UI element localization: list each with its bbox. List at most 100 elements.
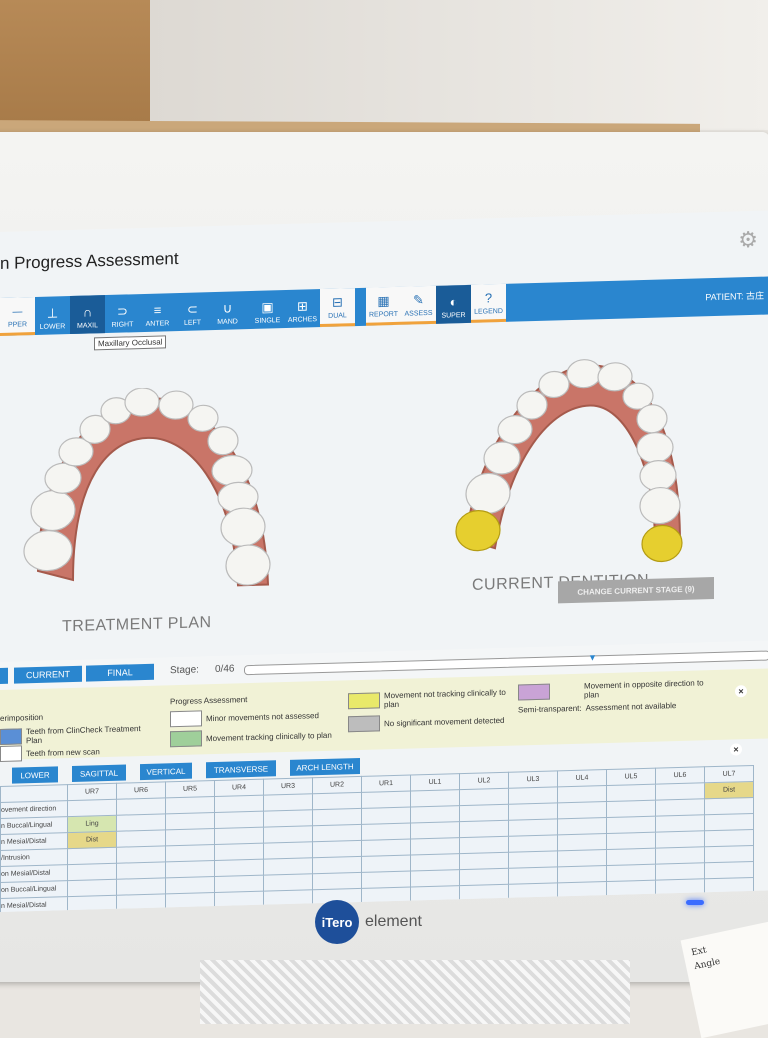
table-cell[interactable] bbox=[214, 859, 264, 877]
left-view-button[interactable]: ⊂ LEFT bbox=[175, 292, 210, 331]
table-cell[interactable] bbox=[116, 797, 166, 816]
table-cell[interactable] bbox=[459, 788, 509, 806]
table-cell[interactable] bbox=[557, 833, 607, 851]
table-cell[interactable] bbox=[116, 829, 166, 848]
table-cell[interactable] bbox=[312, 872, 362, 890]
table-cell[interactable] bbox=[312, 856, 362, 874]
table-cell[interactable] bbox=[557, 865, 607, 883]
table-cell[interactable] bbox=[165, 860, 215, 878]
table-cell[interactable] bbox=[410, 789, 460, 808]
table-cell[interactable] bbox=[606, 832, 656, 850]
table-cell[interactable] bbox=[655, 814, 705, 833]
table-cell[interactable] bbox=[214, 843, 264, 861]
legend-close-icon[interactable]: × bbox=[735, 685, 747, 698]
table-cell[interactable] bbox=[214, 795, 264, 813]
table-cell[interactable] bbox=[67, 863, 117, 881]
gear-icon[interactable]: ⚙ bbox=[738, 227, 758, 254]
table-cell[interactable] bbox=[263, 793, 313, 812]
treatment-plan-arch[interactable] bbox=[18, 384, 278, 621]
table-cell[interactable] bbox=[263, 873, 313, 892]
table-cell[interactable] bbox=[67, 879, 117, 897]
tab-arch-length[interactable]: ARCH LENGTH bbox=[290, 757, 360, 776]
table-cell[interactable] bbox=[361, 871, 411, 889]
report-button[interactable]: ▦ REPORT bbox=[366, 286, 401, 326]
maxil-view-button[interactable]: ∩ MAXIL bbox=[70, 295, 105, 335]
table-cell[interactable] bbox=[312, 824, 362, 842]
table-cell[interactable] bbox=[557, 801, 607, 819]
final-stage-button[interactable]: FINAL bbox=[86, 663, 154, 682]
table-cell[interactable] bbox=[116, 845, 166, 864]
table-cell[interactable] bbox=[459, 820, 509, 838]
table-cell[interactable] bbox=[606, 784, 656, 802]
table-cell[interactable] bbox=[67, 847, 117, 865]
table-cell[interactable] bbox=[312, 840, 362, 858]
table-cell[interactable] bbox=[165, 812, 215, 830]
table-cell[interactable] bbox=[263, 857, 313, 876]
table-cell[interactable] bbox=[214, 875, 264, 893]
table-cell[interactable] bbox=[655, 830, 705, 849]
table-cell[interactable]: Dist bbox=[704, 781, 754, 799]
table-cell[interactable] bbox=[557, 785, 607, 803]
table-cell[interactable] bbox=[263, 841, 313, 860]
stage-marker-icon[interactable]: ▼ bbox=[588, 652, 597, 662]
table-cell[interactable] bbox=[704, 861, 754, 879]
table-cell[interactable]: Dist bbox=[67, 831, 117, 849]
upper-view-button[interactable]: ⏤ PPER bbox=[0, 297, 35, 336]
table-cell[interactable] bbox=[361, 823, 411, 841]
table-cell[interactable] bbox=[410, 805, 460, 824]
table-cell[interactable] bbox=[655, 782, 705, 801]
dual-layout-button[interactable]: ⊟ DUAL bbox=[320, 288, 355, 328]
table-cell[interactable] bbox=[508, 834, 558, 853]
table-cell[interactable] bbox=[116, 861, 166, 880]
table-cell[interactable] bbox=[214, 811, 264, 829]
table-cell[interactable] bbox=[508, 802, 558, 821]
table-cell[interactable] bbox=[165, 844, 215, 862]
table-cell[interactable] bbox=[606, 864, 656, 882]
super-button[interactable]: ◐ SUPER bbox=[436, 284, 471, 324]
table-cell[interactable] bbox=[704, 813, 754, 831]
table-cell[interactable] bbox=[459, 804, 509, 822]
table-cell[interactable] bbox=[704, 829, 754, 847]
anterior-view-button[interactable]: ≡ ANTER bbox=[140, 293, 175, 332]
table-cell[interactable] bbox=[165, 796, 215, 814]
table-cell[interactable]: Ling bbox=[67, 815, 117, 833]
table-cell[interactable] bbox=[557, 817, 607, 835]
change-stage-button[interactable]: CHANGE CURRENT STAGE (9) bbox=[558, 577, 714, 604]
tab-sagittal[interactable]: SAGITTAL bbox=[72, 764, 126, 782]
table-cell[interactable] bbox=[361, 807, 411, 825]
table-close-icon[interactable]: × bbox=[730, 743, 742, 756]
table-cell[interactable] bbox=[165, 876, 215, 894]
table-cell[interactable] bbox=[704, 797, 754, 815]
table-cell[interactable] bbox=[312, 808, 362, 826]
table-cell[interactable] bbox=[116, 877, 166, 896]
table-cell[interactable] bbox=[116, 813, 166, 832]
table-cell[interactable] bbox=[606, 800, 656, 818]
table-cell[interactable] bbox=[557, 849, 607, 867]
table-cell[interactable] bbox=[508, 818, 558, 837]
table-cell[interactable] bbox=[606, 816, 656, 834]
table-cell[interactable] bbox=[410, 853, 460, 872]
assess-button[interactable]: ✎ ASSESS bbox=[401, 285, 436, 325]
table-cell[interactable] bbox=[67, 799, 117, 817]
table-cell[interactable] bbox=[263, 809, 313, 828]
table-cell[interactable] bbox=[312, 792, 362, 810]
mand-view-button[interactable]: ∪ MAND bbox=[210, 291, 245, 330]
tab-vertical[interactable]: VERTICAL bbox=[140, 762, 192, 781]
right-view-button[interactable]: ⊃ RIGHT bbox=[105, 294, 140, 333]
table-cell[interactable] bbox=[508, 850, 558, 869]
single-layout-button[interactable]: ▣ SINGLE bbox=[250, 290, 285, 329]
table-cell[interactable] bbox=[655, 798, 705, 817]
legend-button[interactable]: ? LEGEND bbox=[471, 283, 506, 323]
table-cell[interactable] bbox=[410, 869, 460, 888]
table-cell[interactable] bbox=[655, 846, 705, 865]
table-cell[interactable] bbox=[459, 868, 509, 886]
table-cell[interactable] bbox=[263, 825, 313, 844]
table-cell[interactable] bbox=[361, 791, 411, 809]
table-cell[interactable] bbox=[214, 827, 264, 845]
table-cell[interactable] bbox=[361, 855, 411, 873]
table-cell[interactable] bbox=[655, 862, 705, 881]
tab-transverse[interactable]: TRANSVERSE bbox=[206, 760, 276, 779]
table-cell[interactable] bbox=[508, 866, 558, 885]
table-cell[interactable] bbox=[606, 848, 656, 866]
tab-lower[interactable]: LOWER bbox=[12, 766, 58, 784]
